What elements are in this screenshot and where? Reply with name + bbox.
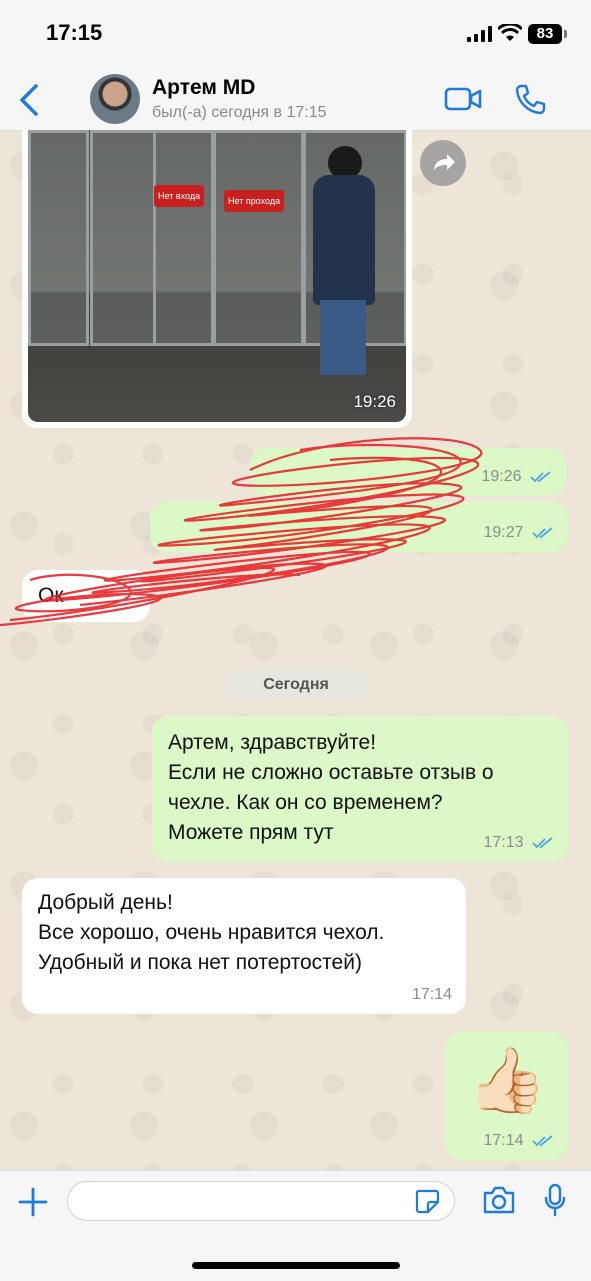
home-indicator: [192, 1262, 400, 1269]
battery-tip: [564, 30, 567, 38]
photo-door: [90, 130, 156, 346]
thumbs-up-emoji: 👍🏻: [467, 1044, 547, 1116]
forward-icon[interactable]: [420, 140, 466, 186]
message-meta: 19:27: [484, 524, 555, 542]
wifi-icon: [498, 24, 522, 41]
message-time: 19:26: [353, 392, 396, 411]
video-call-icon[interactable]: [444, 86, 482, 112]
contact-name[interactable]: Артем MD: [152, 76, 255, 100]
date-divider: Сегодня: [225, 671, 367, 699]
message-meta: 17:14: [484, 1132, 555, 1150]
read-checks-icon: [532, 837, 553, 849]
outgoing-emoji-bubble[interactable]: 👍🏻 17:14: [445, 1032, 568, 1160]
metro-photo[interactable]: Нет входа Нет прохода 19:26: [28, 130, 406, 422]
message-line: Добрый день!: [38, 891, 173, 914]
status-time: 17:15: [46, 20, 103, 45]
photo-person: [320, 300, 366, 375]
read-checks-icon: [530, 471, 551, 483]
phone-call-icon[interactable]: [514, 83, 546, 115]
redacted-message-bubble[interactable]: 19:26: [250, 448, 566, 496]
photo-door: [213, 130, 304, 346]
camera-icon[interactable]: [482, 1185, 516, 1215]
read-checks-icon: [532, 1135, 553, 1147]
photo-door: [153, 130, 214, 346]
message-time: 17:14: [411, 986, 452, 1003]
photo-person: [313, 175, 375, 305]
contact-avatar[interactable]: [90, 74, 140, 124]
message-line: Артем, здравствуйте!: [168, 731, 377, 754]
photo-door: [28, 130, 89, 346]
status-bar: 17:15 83: [0, 0, 591, 70]
redacted-message-bubble[interactable]: 19:27: [150, 502, 568, 552]
message-text: Добрый день! Все хорошо, очень нравится …: [38, 888, 384, 978]
battery-indicator: 83: [528, 24, 562, 44]
message-text: Ок: [38, 584, 64, 607]
sticker-icon[interactable]: [414, 1188, 440, 1214]
chat-header: Артем MD был(-а) сегодня в 17:15: [0, 70, 591, 131]
microphone-icon[interactable]: [543, 1183, 567, 1217]
message-line: Можете прям тут: [168, 821, 334, 844]
message-meta: 19:26: [482, 468, 553, 486]
incoming-message-bubble[interactable]: Добрый день! Все хорошо, очень нравится …: [22, 878, 466, 1014]
plus-icon[interactable]: [18, 1187, 48, 1217]
photo-message-bubble[interactable]: Нет входа Нет прохода 19:26: [22, 130, 412, 428]
message-time: 19:27: [483, 524, 524, 541]
message-meta: 17:14: [412, 986, 452, 1004]
photo-sign: Нет входа: [154, 185, 205, 207]
back-chevron-icon[interactable]: [16, 82, 44, 118]
message-input[interactable]: [67, 1181, 455, 1221]
read-checks-icon: [532, 527, 553, 539]
redacted-message-bubble[interactable]: Ок: [22, 570, 150, 622]
cellular-signal-icon: [467, 26, 492, 42]
message-line: чехле. Как он со временем?: [168, 791, 443, 814]
message-line: Удобный и пока нет потертостей): [38, 951, 362, 974]
message-time: 17:13: [483, 834, 524, 851]
contact-last-seen: был(-а) сегодня в 17:15: [152, 104, 327, 121]
outgoing-message-bubble[interactable]: Артем, здравствуйте! Если не сложно оста…: [152, 716, 568, 862]
photo-sign: Нет прохода: [224, 190, 285, 212]
message-text: Артем, здравствуйте! Если не сложно оста…: [168, 728, 494, 848]
message-meta: 17:13: [484, 834, 555, 852]
message-time: 19:26: [481, 468, 522, 485]
message-line: Все хорошо, очень нравится чехол.: [38, 921, 385, 944]
message-line: Если не сложно оставьте отзыв о: [168, 761, 494, 784]
message-time: 17:14: [483, 1132, 524, 1149]
